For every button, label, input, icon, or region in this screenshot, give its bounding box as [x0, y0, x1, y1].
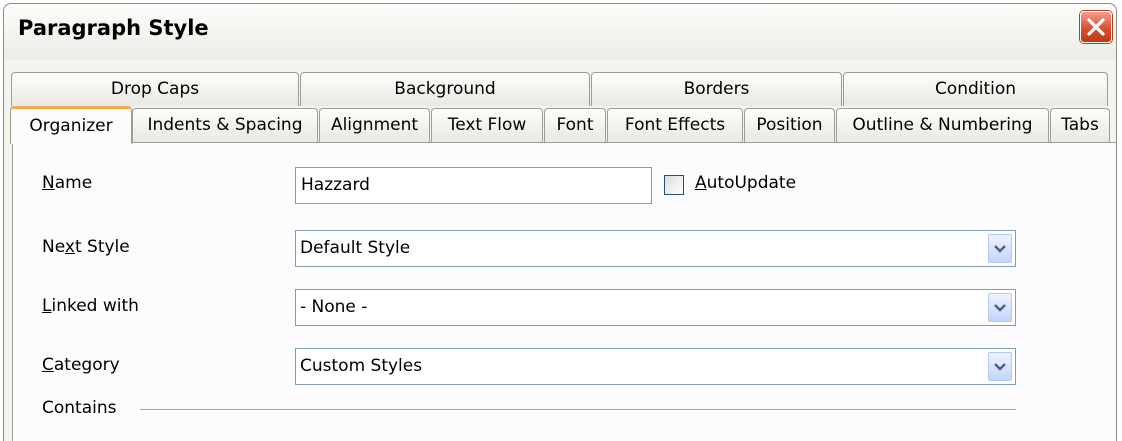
linked-with-label: Linked with	[42, 296, 139, 316]
title-bar[interactable]: Paragraph Style	[4, 4, 1116, 60]
linked-with-value: - None -	[300, 297, 368, 317]
name-input[interactable]: Hazzard	[295, 167, 652, 204]
tab-indents-spacing[interactable]: Indents & Spacing	[132, 108, 318, 142]
category-dropdown-button[interactable]	[988, 352, 1012, 381]
next-style-dropdown[interactable]: Default Style	[295, 230, 1016, 267]
tab-alignment[interactable]: Alignment	[319, 108, 430, 142]
next-style-label: Next Style	[42, 237, 130, 257]
close-icon	[1087, 18, 1105, 36]
tab-font-effects[interactable]: Font Effects	[607, 108, 743, 142]
linked-with-dropdown[interactable]: - None -	[295, 289, 1016, 326]
chevron-down-icon	[994, 245, 1006, 253]
tab-outline-numbering[interactable]: Outline & Numbering	[836, 108, 1049, 142]
next-style-dropdown-button[interactable]	[988, 234, 1012, 263]
tab-row-front: Organizer Indents & Spacing Alignment Te…	[4, 106, 1116, 144]
tab-condition[interactable]: Condition	[843, 72, 1108, 106]
tab-font[interactable]: Font	[544, 108, 606, 142]
tab-text-flow[interactable]: Text Flow	[431, 108, 543, 142]
tab-row-back: Drop Caps Background Borders Condition	[4, 72, 1116, 106]
tab-position[interactable]: Position	[744, 108, 835, 142]
tab-organizer[interactable]: Organizer	[10, 106, 132, 144]
name-label: Name	[42, 173, 93, 193]
tab-background[interactable]: Background	[300, 72, 590, 106]
tab-tabs[interactable]: Tabs	[1050, 108, 1110, 142]
autoupdate-label[interactable]: AutoUpdate	[695, 173, 796, 193]
category-dropdown[interactable]: Custom Styles	[295, 348, 1016, 385]
window-title: Paragraph Style	[18, 16, 209, 40]
contains-divider	[140, 409, 1016, 411]
contains-label: Contains	[42, 398, 117, 418]
tab-borders[interactable]: Borders	[591, 72, 842, 106]
tab-drop-caps[interactable]: Drop Caps	[11, 72, 299, 106]
close-button[interactable]	[1080, 11, 1112, 43]
autoupdate-checkbox[interactable]	[664, 175, 684, 195]
next-style-value: Default Style	[300, 238, 411, 258]
chevron-down-icon	[994, 304, 1006, 312]
category-value: Custom Styles	[300, 356, 423, 376]
linked-with-dropdown-button[interactable]	[988, 293, 1012, 322]
category-label: Category	[42, 355, 120, 375]
chevron-down-icon	[994, 363, 1006, 371]
